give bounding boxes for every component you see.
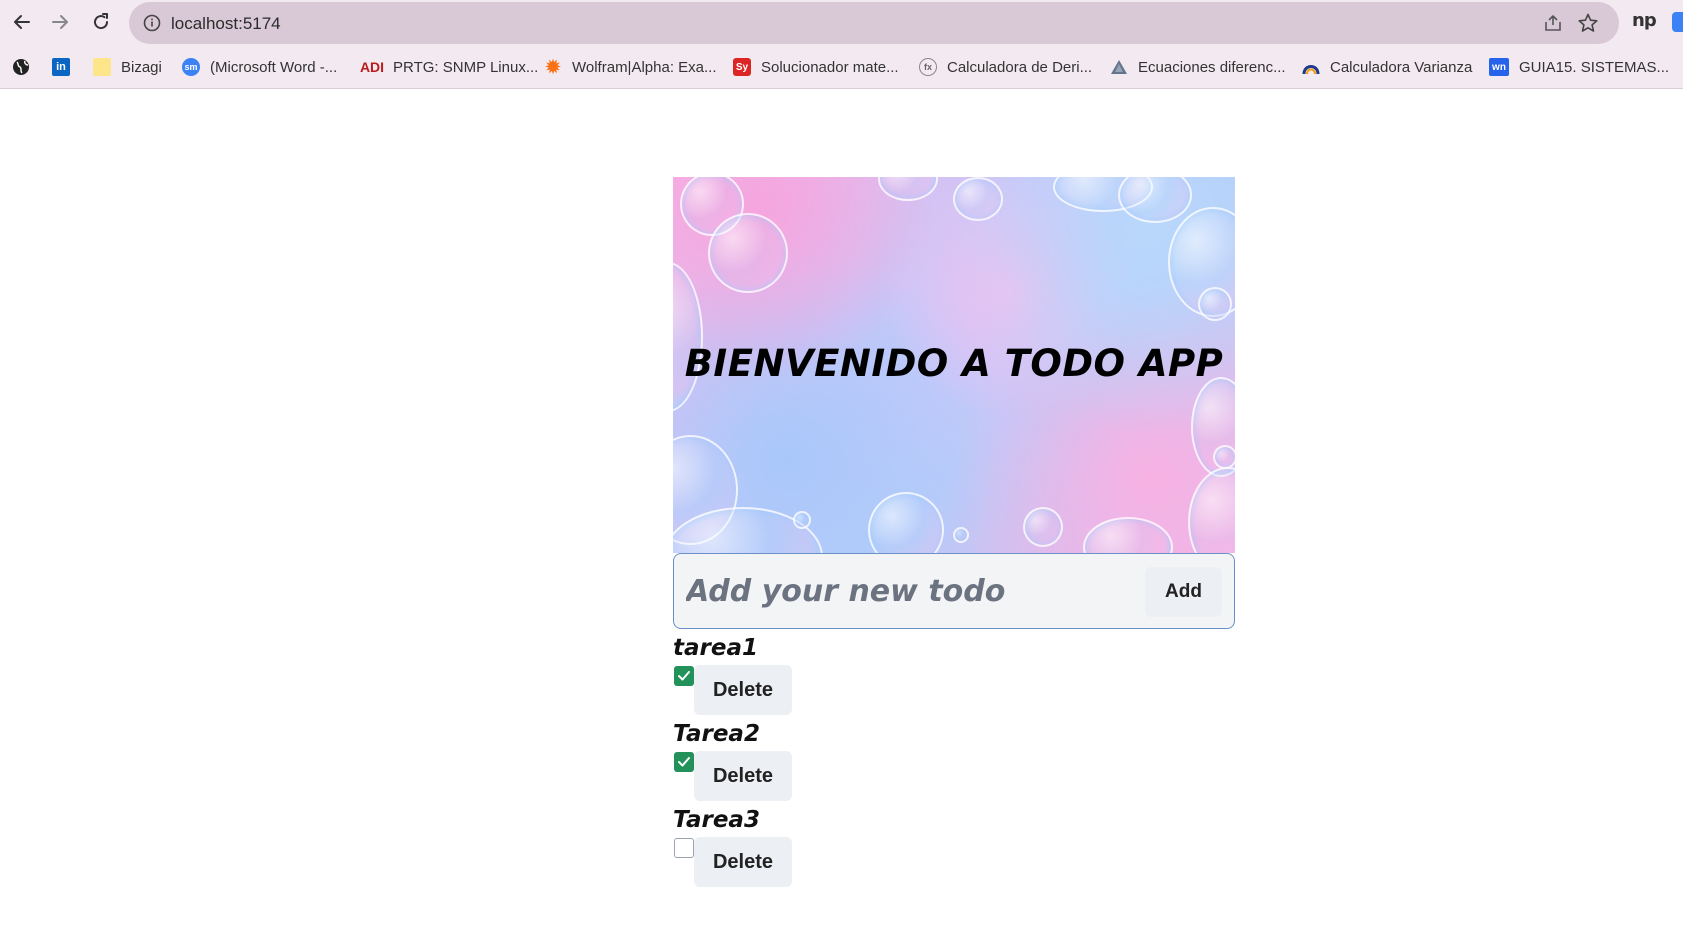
url-text: localhost:5174 [171,14,281,33]
delete-button[interactable]: Delete [694,751,792,801]
hero-banner: BIENVENIDO A TODO APP [673,177,1235,553]
bookmark-bizagi[interactable]: Bizagi [93,54,162,80]
bookmark-prtg[interactable]: ADI PRTG: SNMP Linux... [359,54,539,80]
bookmarks-bar: in Bizagi sm (Microsoft Word -... ADI PR… [0,45,1683,89]
browser-toolbar: localhost:5174 np [0,0,1683,45]
adi-icon: ADI [359,59,385,75]
bookmark-label: PRTG: SNMP Linux... [393,58,539,76]
triangle-icon [1111,60,1127,74]
bubble-decoration [708,213,788,293]
todo-item: Tarea2 Delete [673,721,873,801]
bookmark-calculadora-derivadas[interactable]: fx Calculadora de Deri... [919,54,1092,80]
reload-button[interactable] [88,9,114,35]
address-bar[interactable]: localhost:5174 [129,2,1619,44]
bubble-decoration [878,177,938,201]
todo-checkbox[interactable] [674,838,694,858]
linkedin-icon: in [52,58,70,76]
info-icon[interactable] [143,14,161,32]
bookmark-star-icon[interactable] [1577,12,1599,34]
share-icon[interactable] [1543,13,1563,33]
bubble-decoration [673,262,703,412]
bookmark-label: Calculadora de Deri... [947,58,1093,76]
arrow-right-icon [52,15,68,29]
forward-button[interactable] [47,9,73,35]
checkmark-icon [678,671,690,681]
bookmark-label: Bizagi [121,58,162,76]
new-todo-input[interactable] [686,566,1106,616]
bookmark-label: Ecuaciones diferenc... [1138,58,1286,76]
todo-label: Tarea3 [673,807,760,833]
folder-icon [93,58,111,76]
todo-label: Tarea2 [673,721,760,747]
bubble-decoration [953,527,969,543]
globe-icon [13,59,29,75]
todo-item: Tarea3 Delete [673,807,873,887]
sm-icon: sm [182,58,200,76]
arrow-left-icon [14,15,30,29]
bookmark-label: GUIA15. SISTEMAS... [1519,58,1670,76]
bookmark-label: Solucionador mate... [761,58,899,76]
delete-button[interactable]: Delete [694,665,792,715]
bookmark-guia15[interactable]: wn GUIA15. SISTEMAS... [1489,54,1669,80]
bubble-decoration [1198,287,1232,321]
arch-icon [1302,65,1320,75]
bookmark-label: (Microsoft Word -... [210,58,338,76]
bubble-decoration [1188,467,1235,553]
bubble-decoration [793,511,811,529]
todo-label: tarea1 [673,635,758,661]
wn-icon: wn [1489,58,1509,76]
wolfram-icon: ✹ [545,56,561,77]
bookmark-symbolab[interactable]: Sy Solucionador mate... [733,54,899,80]
reload-icon [94,13,109,30]
new-todo-form: Add [673,553,1235,629]
bookmark-microsoft-word[interactable]: sm (Microsoft Word -... [182,54,337,80]
bookmark-label: Wolfram|Alpha: Exa... [572,58,717,76]
todo-checkbox[interactable] [674,752,694,772]
bookmark-label: Calculadora Varianza [1330,58,1473,76]
back-button[interactable] [9,9,35,35]
todo-item: tarea1 Delete [673,635,873,715]
delete-button[interactable]: Delete [694,837,792,887]
bubble-decoration [1118,177,1192,223]
bubble-decoration [868,492,944,553]
todo-checkbox[interactable] [674,666,694,686]
page-title: BIENVENIDO A TODO APP [684,342,1224,385]
bubble-decoration [1213,445,1235,469]
bookmark-wolfram[interactable]: ✹ Wolfram|Alpha: Exa... [544,54,717,80]
extension-icon[interactable] [1672,12,1683,32]
np-extension-icon[interactable]: np [1632,10,1657,31]
bookmark-ecuaciones[interactable]: Ecuaciones diferenc... [1110,54,1286,80]
bookmark-calculadora-varianza[interactable]: Calculadora Varianza [1302,54,1472,80]
symbolab-icon: Sy [733,58,751,76]
bookmark-linkedin[interactable]: in [52,54,80,80]
add-button[interactable]: Add [1145,567,1222,617]
checkmark-icon [678,757,690,767]
derivative-icon: fx [919,58,937,76]
bubble-decoration [953,177,1003,221]
bubble-decoration [1023,507,1063,547]
bookmark-globe[interactable] [12,54,40,80]
bubble-decoration [1083,517,1173,553]
